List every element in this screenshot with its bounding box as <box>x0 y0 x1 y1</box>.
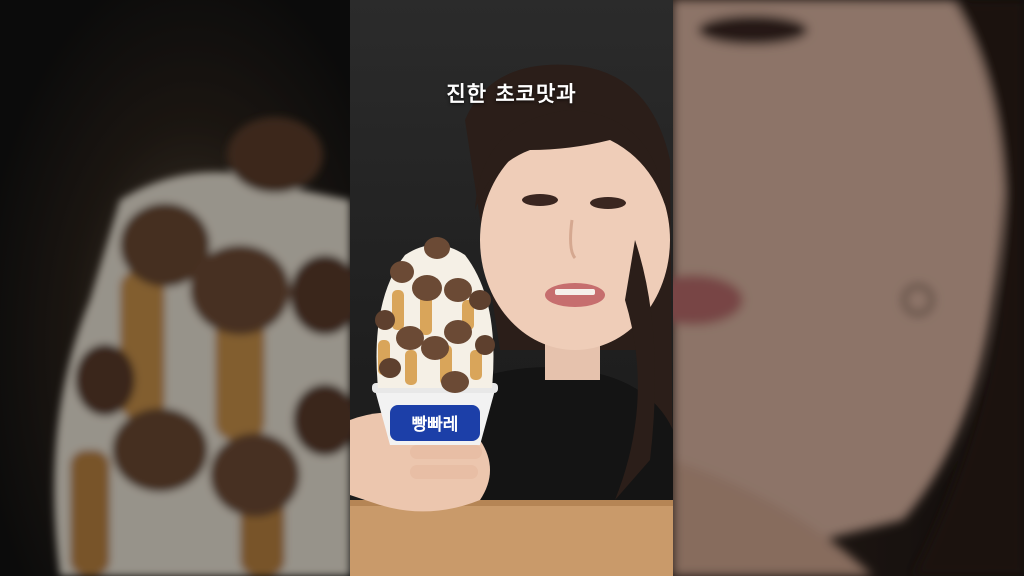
video-frame: 빵빠레 진한 초코맛과 <box>0 0 1024 576</box>
video-caption: 진한 초코맛과 <box>446 82 577 106</box>
main-video: 빵빠레 진한 초코맛과 <box>350 0 673 576</box>
choco-cap <box>424 237 450 259</box>
cup-label-text: 빵빠레 <box>412 415 459 435</box>
left-panel-dim <box>0 0 350 576</box>
right-eye <box>590 197 626 209</box>
table <box>350 500 673 576</box>
blurred-left-panel <box>0 0 350 576</box>
right-panel-dim <box>673 0 1024 576</box>
left-eye <box>522 194 558 206</box>
blurred-right-panel <box>673 0 1024 576</box>
